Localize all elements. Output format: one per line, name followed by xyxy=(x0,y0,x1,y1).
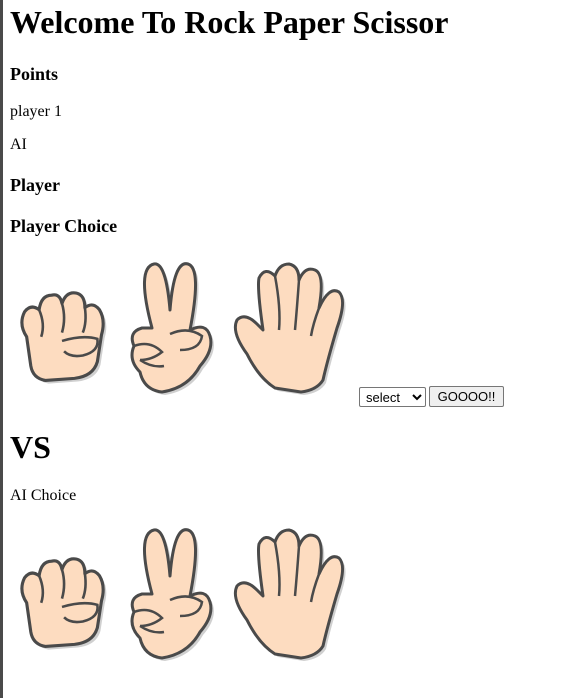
rock-hand-icon[interactable] xyxy=(10,272,114,387)
page-title: Welcome To Rock Paper Scissor xyxy=(10,4,449,40)
left-window-edge xyxy=(0,0,3,698)
scissors-hand-icon xyxy=(130,528,216,663)
rock-hand-icon xyxy=(20,557,108,652)
player-points-label: player 1 xyxy=(10,103,62,120)
player-heading: Player xyxy=(10,175,60,195)
choice-select[interactable]: select xyxy=(359,387,426,407)
go-button[interactable]: GOOOO!! xyxy=(429,386,504,407)
paper-hand-icon xyxy=(233,528,348,663)
scissors-hand-icon[interactable] xyxy=(122,256,222,401)
paper-hand-icon[interactable] xyxy=(225,258,357,398)
points-heading: Points xyxy=(10,64,59,84)
vs-heading: VS xyxy=(10,429,51,465)
ai-choice-label: AI Choice xyxy=(10,487,77,504)
player-choice-heading: Player Choice xyxy=(10,216,118,236)
ai-points-label: AI xyxy=(10,136,27,153)
